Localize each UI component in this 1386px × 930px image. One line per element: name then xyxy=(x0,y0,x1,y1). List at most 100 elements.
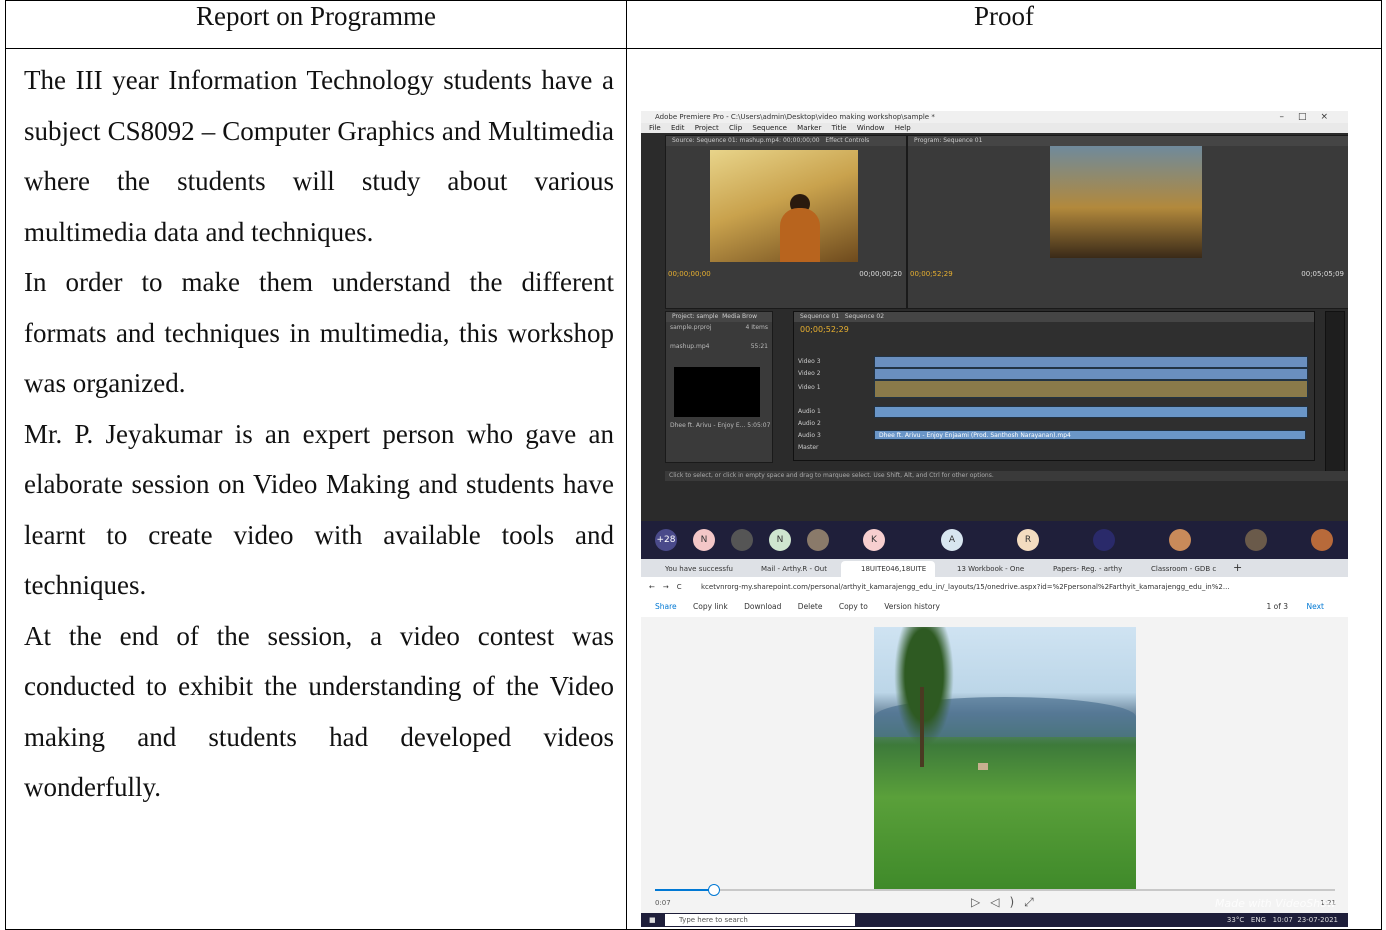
participant-avatar-photo5[interactable] xyxy=(1245,529,1267,551)
program-tab[interactable]: Program: Sequence 01 xyxy=(914,137,982,144)
participant-avatar-r[interactable]: R xyxy=(1017,529,1039,551)
menu-clip[interactable]: Clip xyxy=(729,124,742,132)
header-proof: Proof xyxy=(626,0,1382,49)
menu-edit[interactable]: Edit xyxy=(671,124,685,132)
participant-avatar-a[interactable]: A xyxy=(941,529,963,551)
scrub-track[interactable] xyxy=(655,889,1335,891)
menu-title[interactable]: Title xyxy=(832,124,847,132)
next-button[interactable]: Next xyxy=(1307,597,1324,617)
menu-marker[interactable]: Marker xyxy=(797,124,821,132)
delete-button[interactable]: Delete xyxy=(798,602,823,611)
clock-time[interactable]: 10:07 xyxy=(1273,916,1293,924)
browser-tab-5[interactable]: Papers- Reg. - arthy xyxy=(1033,561,1129,577)
participant-avatar-n[interactable]: N xyxy=(693,529,715,551)
track-label-audio1[interactable]: Audio 1 xyxy=(798,408,821,415)
project-clip2-row[interactable]: Dhee ft. Arivu - Enjoy E... 5:05:07 xyxy=(670,422,770,429)
sequence-tab-2[interactable]: Sequence 02 xyxy=(845,313,884,320)
project-clip-thumbnail[interactable] xyxy=(674,367,760,417)
media-browser-tab[interactable]: Media Brow xyxy=(722,313,757,320)
participant-avatar-k[interactable]: K xyxy=(863,529,885,551)
menu-project[interactable]: Project xyxy=(695,124,719,132)
system-tray: 33°C ENG 10:07 23-07-2021 xyxy=(1227,913,1338,927)
weather-temp: 33°C xyxy=(1226,916,1245,924)
video-frame-landscape[interactable] xyxy=(874,627,1136,889)
proof-cell: Adobe Premiere Pro - C:\Users\admin\Desk… xyxy=(626,48,1382,930)
browser-tab-2[interactable]: Mail - Arthy.R - Out xyxy=(741,561,839,577)
premiere-window: Adobe Premiere Pro - C:\Users\admin\Desk… xyxy=(641,111,1348,521)
source-timecode-left: 00;00;00;00 xyxy=(668,270,711,278)
videoshow-watermark: Made with VideoShow xyxy=(1214,897,1336,910)
taskbar-search[interactable]: Type here to search xyxy=(665,914,855,926)
source-timecode-right: 00;00;00;20 xyxy=(859,270,902,278)
program-timecode-left: 00;00;52;29 xyxy=(910,270,953,278)
participant-avatar-photo4[interactable] xyxy=(1169,529,1191,551)
copy-to-button[interactable]: Copy to xyxy=(839,602,868,611)
premiere-title: Adobe Premiere Pro - C:\Users\admin\Desk… xyxy=(655,113,935,121)
audio-meter xyxy=(1325,311,1345,473)
audio1-clips[interactable] xyxy=(874,406,1308,418)
browser-tab-6[interactable]: Classroom - GDB c xyxy=(1131,561,1227,577)
report-table: Report on Programme Proof The III year I… xyxy=(5,0,1382,930)
scrub-handle[interactable] xyxy=(708,884,721,896)
participants-bar: +28 N N K A R xyxy=(641,521,1348,559)
video2-clips[interactable] xyxy=(874,368,1308,380)
clip-duration: 55:21 xyxy=(750,343,768,350)
track-label-video2[interactable]: Video 2 xyxy=(798,370,821,377)
menu-window[interactable]: Window xyxy=(857,124,885,132)
browser-tab-1[interactable]: You have successfu xyxy=(645,561,739,577)
address-url[interactable]: kcetvnrorg-my.sharepoint.com/personal/ar… xyxy=(701,580,1230,594)
tree-shape xyxy=(894,627,954,747)
clock-date[interactable]: 23-07-2021 xyxy=(1297,916,1338,924)
playback-controls[interactable]: ▷◁)⤢ xyxy=(971,895,1044,910)
person-body xyxy=(780,208,820,262)
clip2-duration: 5:05:07 xyxy=(747,422,771,429)
premiere-menubar: File Edit Project Clip Sequence Marker T… xyxy=(641,123,1348,133)
windows-start-icon[interactable]: ■ xyxy=(649,916,656,924)
track-label-video1[interactable]: Video 1 xyxy=(798,384,821,391)
address-bar-row: ←→C kcetvnrorg-my.sharepoint.com/persona… xyxy=(641,577,1348,598)
project-info: sample.prproj 4 Items xyxy=(666,322,772,333)
report-text-cell: The III year Information Technology stud… xyxy=(5,48,627,930)
program-video-frame xyxy=(1050,146,1202,258)
video1-clips[interactable] xyxy=(874,380,1308,398)
menu-file[interactable]: File xyxy=(649,124,661,132)
copy-link-button[interactable]: Copy link xyxy=(693,602,728,611)
new-tab-icon[interactable]: + xyxy=(1233,561,1242,574)
program-monitor: Program: Sequence 01 00;00;52;29 00;05;0… xyxy=(907,135,1348,309)
video3-clips[interactable] xyxy=(874,356,1308,368)
browser-tab-4[interactable]: 13 Workbook - One xyxy=(937,561,1031,577)
program-timecode-right: 00;05;05;09 xyxy=(1301,270,1344,278)
download-button[interactable]: Download xyxy=(744,602,781,611)
premiere-status-bar: Click to select, or click in empty space… xyxy=(665,471,1348,481)
share-button[interactable]: Share xyxy=(655,602,677,611)
participant-count[interactable]: +28 xyxy=(655,529,677,551)
source-video-frame xyxy=(710,150,858,262)
timeline-panel: Sequence 01 Sequence 02 00;00;52;29 Vide… xyxy=(793,311,1315,461)
header-report: Report on Programme xyxy=(5,0,627,49)
window-controls: –□× xyxy=(1279,112,1342,122)
track-label-audio2[interactable]: Audio 2 xyxy=(798,420,821,427)
nav-icons[interactable]: ←→C xyxy=(649,583,690,591)
participant-avatar-photo[interactable] xyxy=(731,529,753,551)
track-label-audio3[interactable]: Audio 3 xyxy=(798,432,821,439)
sequence-tab[interactable]: Sequence 01 xyxy=(800,313,839,320)
participant-avatar-photo3[interactable] xyxy=(1093,529,1115,551)
paragraph-4: At the end of the session, a video conte… xyxy=(24,620,614,803)
proof-screenshot: Adobe Premiere Pro - C:\Users\admin\Desk… xyxy=(641,111,1348,927)
source-tab[interactable]: Source: Sequence 01: mashup.mp4: 00;00;0… xyxy=(672,137,820,144)
input-language[interactable]: ENG xyxy=(1251,916,1266,924)
browser-tab-3-active[interactable]: 18UITE046,18UITE xyxy=(841,561,935,577)
menu-help[interactable]: Help xyxy=(895,124,911,132)
effect-controls-tab[interactable]: Effect Controls xyxy=(825,137,869,144)
track-label-master[interactable]: Master xyxy=(798,444,819,451)
audio3-clip[interactable]: Dhee ft. Arivu - Enjoy Enjaami (Prod. Sa… xyxy=(874,430,1306,440)
menu-sequence[interactable]: Sequence xyxy=(752,124,787,132)
track-label-video3[interactable]: Video 3 xyxy=(798,358,821,365)
project-tab[interactable]: Project: sample xyxy=(672,313,718,320)
participant-avatar-n2[interactable]: N xyxy=(769,529,791,551)
version-history-button[interactable]: Version history xyxy=(884,602,940,611)
participant-avatar-photo2[interactable] xyxy=(807,529,829,551)
document-page: Report on Programme Proof The III year I… xyxy=(0,0,1386,930)
participant-avatar-photo6[interactable] xyxy=(1311,529,1333,551)
project-clip-row[interactable]: mashup.mp4 55:21 xyxy=(666,333,772,350)
